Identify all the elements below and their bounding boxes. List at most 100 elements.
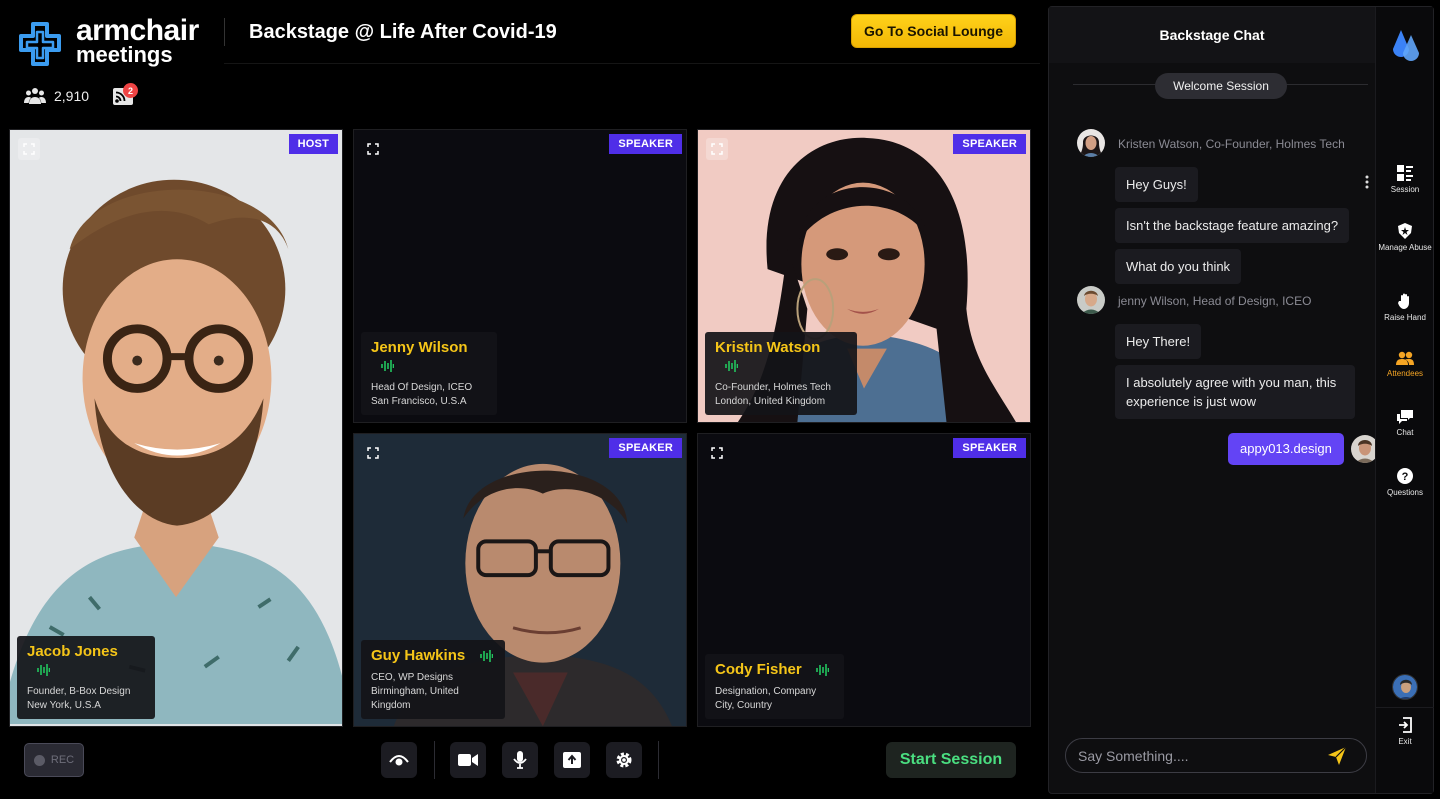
video-tile-host[interactable]: HOST Jacob Jones Founder, B-Box Design N…	[9, 129, 343, 727]
message-sender: Kristen Watson, Co-Founder, Holmes Tech	[1118, 137, 1345, 151]
video-tile-speaker[interactable]: SPEAKER Cody Fisher Designation, Company…	[697, 433, 1031, 727]
speaker-location: London, United Kingdom	[715, 396, 826, 407]
audio-level-icon	[37, 663, 50, 676]
rail-item-attendees[interactable]: Attendees	[1376, 351, 1434, 379]
speaker-title: CEO, WP Designs	[371, 672, 454, 683]
start-session-button[interactable]: Start Session	[886, 742, 1016, 778]
speaker-title: Head Of Design, ICEO	[371, 382, 473, 393]
speaker-location: City, Country	[715, 700, 773, 711]
rail-label: Session	[1390, 185, 1420, 194]
avatar	[1077, 286, 1105, 314]
session-pill: Welcome Session	[1155, 73, 1287, 99]
avatar	[1077, 129, 1105, 157]
chat-message: Hey There!	[1115, 324, 1202, 359]
logo-cross-icon	[19, 22, 61, 66]
speaker-location: San Francisco, U.S.A	[371, 396, 467, 407]
chat-input[interactable]: Say Something....	[1065, 738, 1367, 773]
host-badge: HOST	[288, 134, 338, 154]
send-icon[interactable]	[1327, 746, 1347, 766]
attendee-stats: 2,910	[24, 84, 89, 108]
share-screen-icon	[563, 752, 581, 768]
gear-icon	[616, 752, 632, 768]
speaker-title: Designation, Company	[715, 686, 817, 697]
audio-level-icon	[725, 359, 738, 372]
camera-button[interactable]	[450, 742, 486, 778]
speaker-location: Birmingham, United Kingdom	[371, 686, 459, 711]
rail-divider	[1376, 707, 1434, 708]
chat-panel: Backstage Chat Welcome Session Kristen W…	[1048, 6, 1434, 794]
expand-tile-button[interactable]	[362, 138, 384, 160]
more-options-icon[interactable]	[1364, 175, 1370, 189]
speaker-title: Founder, B-Box Design	[27, 686, 131, 697]
chat-title: Backstage Chat	[1159, 27, 1265, 43]
chat-header: Backstage Chat	[1049, 7, 1375, 63]
settings-button[interactable]	[606, 742, 642, 778]
visibility-button[interactable]	[381, 742, 417, 778]
speaker-name: Kristin Watson	[715, 339, 821, 356]
fullscreen-icon	[367, 447, 379, 459]
header-divider	[224, 18, 225, 46]
speaker-badge: SPEAKER	[953, 438, 1026, 458]
session-icon	[1397, 165, 1413, 181]
my-chat-message: appy013.design	[1228, 433, 1344, 465]
rail-label: Raise Hand	[1384, 313, 1426, 322]
header-rule	[224, 63, 1040, 64]
speaker-title: Co-Founder, Holmes Tech	[715, 382, 831, 393]
user-avatar-icon	[1077, 286, 1105, 314]
brand-logo[interactable]: armchair meetings	[16, 16, 221, 68]
rail-label: Questions	[1386, 488, 1424, 497]
expand-tile-button[interactable]	[706, 442, 728, 464]
rail-label: Manage Abuse	[1378, 243, 1432, 252]
audio-level-icon	[816, 663, 830, 676]
rail-item-chat[interactable]: Chat	[1376, 410, 1434, 438]
video-tile-speaker[interactable]: SPEAKER Guy Hawkins CEO, WP Designs Birm…	[353, 433, 687, 727]
controls-divider	[658, 741, 659, 779]
rail-item-questions[interactable]: ? Questions	[1376, 468, 1434, 498]
side-rail: Session Manage Abuse Raise Hand Attendee…	[1375, 7, 1434, 793]
record-button[interactable]: REC	[24, 743, 84, 777]
chat-message: Hey Guys!	[1115, 167, 1198, 202]
chat-icon	[1397, 410, 1413, 424]
fullscreen-icon	[23, 143, 35, 155]
current-user-avatar[interactable]	[1392, 674, 1418, 700]
expand-tile-button[interactable]	[18, 138, 40, 160]
speaker-badge: SPEAKER	[953, 134, 1026, 154]
expand-tile-button[interactable]	[362, 442, 384, 464]
rail-item-raise-hand[interactable]: Raise Hand	[1376, 293, 1434, 323]
chat-message: I absolutely agree with you man, this ex…	[1115, 365, 1355, 419]
fullscreen-icon	[711, 143, 723, 155]
eye-icon	[389, 755, 409, 766]
brand-name-line2: meetings	[76, 42, 173, 67]
shield-icon	[1398, 223, 1412, 239]
speaker-nameplate: Jacob Jones Founder, B-Box Design New Yo…	[17, 636, 155, 719]
message-sender: jenny Wilson, Head of Design, ICEO	[1118, 294, 1312, 308]
speaker-name: Cody Fisher	[715, 661, 802, 678]
speaker-nameplate: Jenny Wilson Head Of Design, ICEO San Fr…	[361, 332, 497, 415]
speaker-name: Jenny Wilson	[371, 339, 468, 356]
user-avatar-icon	[1393, 675, 1417, 699]
app-logo-icon[interactable]	[1389, 27, 1423, 61]
social-lounge-button[interactable]: Go To Social Lounge	[851, 14, 1016, 48]
attendees-icon	[1396, 351, 1414, 365]
microphone-button[interactable]	[502, 742, 538, 778]
speaker-nameplate: Kristin Watson Co-Founder, Holmes Tech L…	[705, 332, 857, 415]
audio-level-icon	[381, 359, 394, 372]
video-tile-speaker[interactable]: SPEAKER Kristin Watson Co-Founder, Holme…	[697, 129, 1031, 423]
rail-item-manage-abuse[interactable]: Manage Abuse	[1376, 223, 1434, 253]
people-icon	[24, 88, 46, 104]
chat-input-placeholder: Say Something....	[1078, 747, 1189, 764]
speaker-nameplate: Cody Fisher Designation, Company City, C…	[705, 654, 844, 719]
expand-tile-button[interactable]	[706, 138, 728, 160]
exit-button[interactable]: Exit	[1376, 717, 1434, 747]
chat-message: What do you think	[1115, 249, 1242, 284]
video-tile-speaker[interactable]: SPEAKER Jenny Wilson Head Of Design, ICE…	[353, 129, 687, 423]
chat-message: Isn't the backstage feature amazing?	[1115, 208, 1350, 243]
rail-item-session[interactable]: Session	[1376, 165, 1434, 195]
share-screen-button[interactable]	[554, 742, 590, 778]
rail-label: Exit	[1398, 737, 1412, 746]
notification-badge: 2	[123, 83, 138, 98]
speaker-name: Guy Hawkins	[371, 647, 466, 664]
microphone-icon	[513, 751, 527, 769]
video-camera-icon	[458, 754, 478, 766]
speaker-name: Jacob Jones	[27, 643, 118, 660]
